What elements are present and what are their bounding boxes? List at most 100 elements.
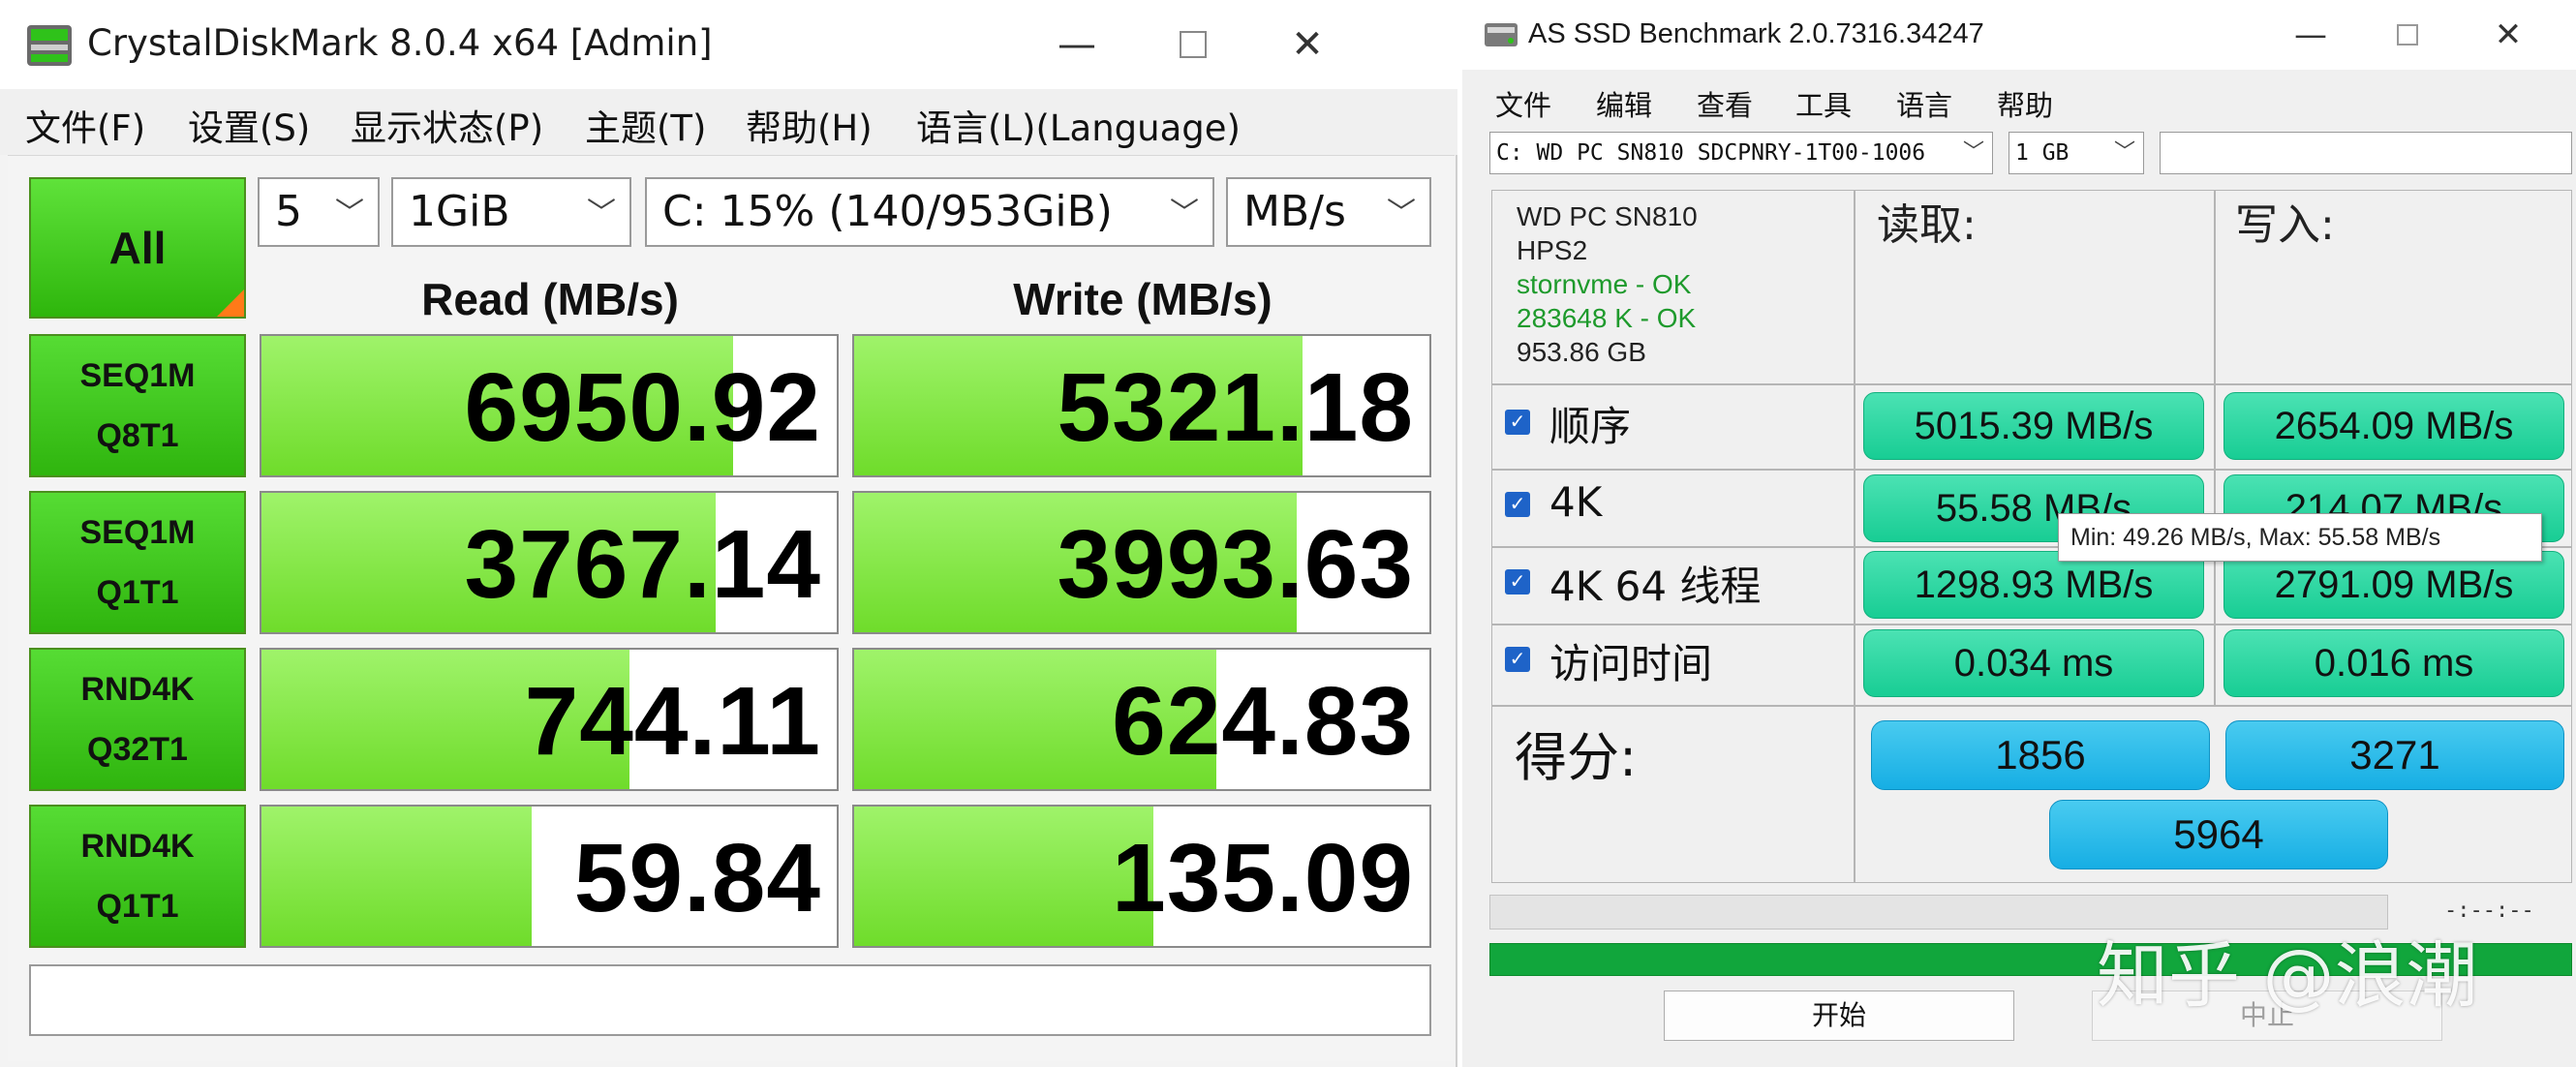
chevron-down-icon: ﹀ xyxy=(587,197,616,230)
drive-firmware: HPS2 xyxy=(1517,235,1588,265)
corner-marker xyxy=(217,290,244,317)
chevron-down-icon: ﹀ xyxy=(1387,197,1416,230)
minimize-button[interactable]: — xyxy=(2262,0,2359,70)
menu-language[interactable]: 语言(L)(Language) xyxy=(916,99,1241,151)
disk-icon xyxy=(1485,23,1518,46)
write-column-header: 写入: xyxy=(2235,200,2335,250)
zhihu-watermark: 知乎 @浪潮 xyxy=(2097,934,2478,1018)
4k-checkbox[interactable]: ✓ xyxy=(1505,492,1530,517)
4k-label: 4K xyxy=(1549,478,1603,526)
test-size-select[interactable]: 1GiB ﹀ xyxy=(391,177,631,247)
menu-help[interactable]: 帮助 xyxy=(1997,83,2053,124)
read-result-rnd4k-q1t1: 59.84 xyxy=(260,805,839,948)
close-button[interactable]: ✕ xyxy=(1249,0,1365,89)
as-ssd-menubar: 文件 编辑 查看 工具 语言 帮助 xyxy=(1462,70,2576,128)
write-score: 3271 xyxy=(2225,720,2564,790)
menu-file[interactable]: 文件 xyxy=(1495,83,1551,124)
minimize-button[interactable]: — xyxy=(1019,0,1135,89)
write-column-header: Write (MB/s) xyxy=(1013,274,1273,324)
start-button[interactable]: 开始 xyxy=(1664,991,2014,1041)
close-icon: ✕ xyxy=(1291,22,1324,67)
read-value: 3767.14 xyxy=(464,510,821,619)
read-result-seq1m-q1t1: 3767.14 xyxy=(260,491,839,634)
test-name: SEQ1M xyxy=(79,514,196,551)
write-value: 135.09 xyxy=(1112,824,1414,932)
read-score: 1856 xyxy=(1871,720,2210,790)
access-time-read-value: 0.034 ms xyxy=(1863,629,2204,697)
menu-settings[interactable]: 设置(S) xyxy=(188,99,310,151)
test-name: SEQ1M xyxy=(79,357,196,394)
maximize-icon xyxy=(2397,24,2418,46)
as-extra-input[interactable] xyxy=(2160,132,2572,174)
crystaldiskmark-window: CrystalDiskMark 8.0.4 x64 [Admin] — ✕ 文件… xyxy=(0,0,1457,1067)
read-value: 6950.92 xyxy=(464,353,821,462)
write-result-seq1m-q1t1: 3993.63 xyxy=(852,491,1431,634)
grid-divider xyxy=(1854,190,1855,883)
write-result-rnd4k-q32t1: 624.83 xyxy=(852,648,1431,791)
checkmark-icon: ✓ xyxy=(1509,571,1526,593)
menu-language[interactable]: 语言 xyxy=(1896,83,1952,124)
grid-divider xyxy=(1491,383,2572,385)
menu-view[interactable]: 查看 xyxy=(1697,83,1753,124)
checkmark-icon: ✓ xyxy=(1509,494,1526,515)
test-params: Q32T1 xyxy=(87,731,188,768)
maximize-button[interactable] xyxy=(2359,0,2456,70)
menu-theme[interactable]: 主题(T) xyxy=(585,99,706,151)
menu-file[interactable]: 文件(F) xyxy=(25,99,145,151)
test-params: Q8T1 xyxy=(96,417,179,454)
test-params: Q1T1 xyxy=(96,574,179,611)
chevron-down-icon: ﹀ xyxy=(1962,140,1984,165)
all-button[interactable]: All xyxy=(29,177,246,319)
write-result-seq1m-q8t1: 5321.18 xyxy=(852,334,1431,477)
rnd4k-q1t1-button[interactable]: RND4K Q1T1 xyxy=(29,805,246,948)
test-size-value: 1GiB xyxy=(409,187,510,236)
rnd4k-q32t1-button[interactable]: RND4K Q32T1 xyxy=(29,648,246,791)
menu-display[interactable]: 显示状态(P) xyxy=(351,99,543,151)
write-bar-fill xyxy=(854,807,1153,946)
read-value: 59.84 xyxy=(573,824,821,932)
comment-input[interactable] xyxy=(29,964,1431,1036)
drive-value: C: 15% (140/953GiB) xyxy=(662,187,1113,236)
access-time-checkbox[interactable]: ✓ xyxy=(1505,647,1530,672)
min-max-tooltip: Min: 49.26 MB/s, Max: 55.58 MB/s xyxy=(2058,513,2542,562)
minimize-icon: — xyxy=(2294,15,2327,54)
chevron-down-icon: ﹀ xyxy=(335,197,364,230)
as-ssd-titlebar: AS SSD Benchmark 2.0.7316.34247 — ✕ xyxy=(1462,0,2576,70)
minimize-icon: — xyxy=(1058,22,1096,67)
write-value: 3993.63 xyxy=(1057,510,1414,619)
close-button[interactable]: ✕ xyxy=(2460,0,2557,70)
read-column-header: Read (MB/s) xyxy=(421,274,679,324)
grid-divider xyxy=(2214,190,2216,705)
as-size-value: 1 GB xyxy=(2015,140,2070,166)
disk-icon xyxy=(27,25,72,66)
read-result-seq1m-q8t1: 6950.92 xyxy=(260,334,839,477)
as-drive-select[interactable]: C: WD PC SN810 SDCPNRY-1T00-1006 ﹀ xyxy=(1489,132,1993,174)
seq1m-q1t1-button[interactable]: SEQ1M Q1T1 xyxy=(29,491,246,634)
write-value: 5321.18 xyxy=(1057,353,1414,462)
write-result-rnd4k-q1t1: 135.09 xyxy=(852,805,1431,948)
test-name: RND4K xyxy=(80,828,195,865)
cdm-titlebar: CrystalDiskMark 8.0.4 x64 [Admin] — ✕ xyxy=(0,0,1457,89)
seq1m-q8t1-button[interactable]: SEQ1M Q8T1 xyxy=(29,334,246,477)
drive-select[interactable]: C: 15% (140/953GiB) ﹀ xyxy=(645,177,1214,247)
as-size-select[interactable]: 1 GB ﹀ xyxy=(2009,132,2144,174)
score-label: 得分: xyxy=(1515,727,1638,788)
menu-tools[interactable]: 工具 xyxy=(1795,83,1852,124)
access-time-write-value: 0.016 ms xyxy=(2223,629,2564,697)
test-count-select[interactable]: 5 ﹀ xyxy=(258,177,380,247)
unit-select[interactable]: MB/s ﹀ xyxy=(1226,177,1431,247)
access-time-label: 访问时间 xyxy=(1549,640,1713,687)
4k64-checkbox[interactable]: ✓ xyxy=(1505,569,1530,594)
drive-info: WD PC SN810 HPS2 stornvme - OK 283648 K … xyxy=(1517,199,1698,369)
menu-edit[interactable]: 编辑 xyxy=(1596,83,1652,124)
grid-divider xyxy=(1491,624,2572,625)
test-params: Q1T1 xyxy=(96,888,179,925)
chevron-down-icon: ﹀ xyxy=(2113,140,2135,165)
as-drive-value: C: WD PC SN810 SDCPNRY-1T00-1006 xyxy=(1496,140,1926,166)
grid-divider xyxy=(1491,469,2572,471)
test-count-value: 5 xyxy=(275,187,302,236)
menu-help[interactable]: 帮助(H) xyxy=(746,99,873,151)
maximize-button[interactable] xyxy=(1135,0,1251,89)
checkmark-icon: ✓ xyxy=(1509,649,1526,670)
seq-checkbox[interactable]: ✓ xyxy=(1505,410,1530,435)
